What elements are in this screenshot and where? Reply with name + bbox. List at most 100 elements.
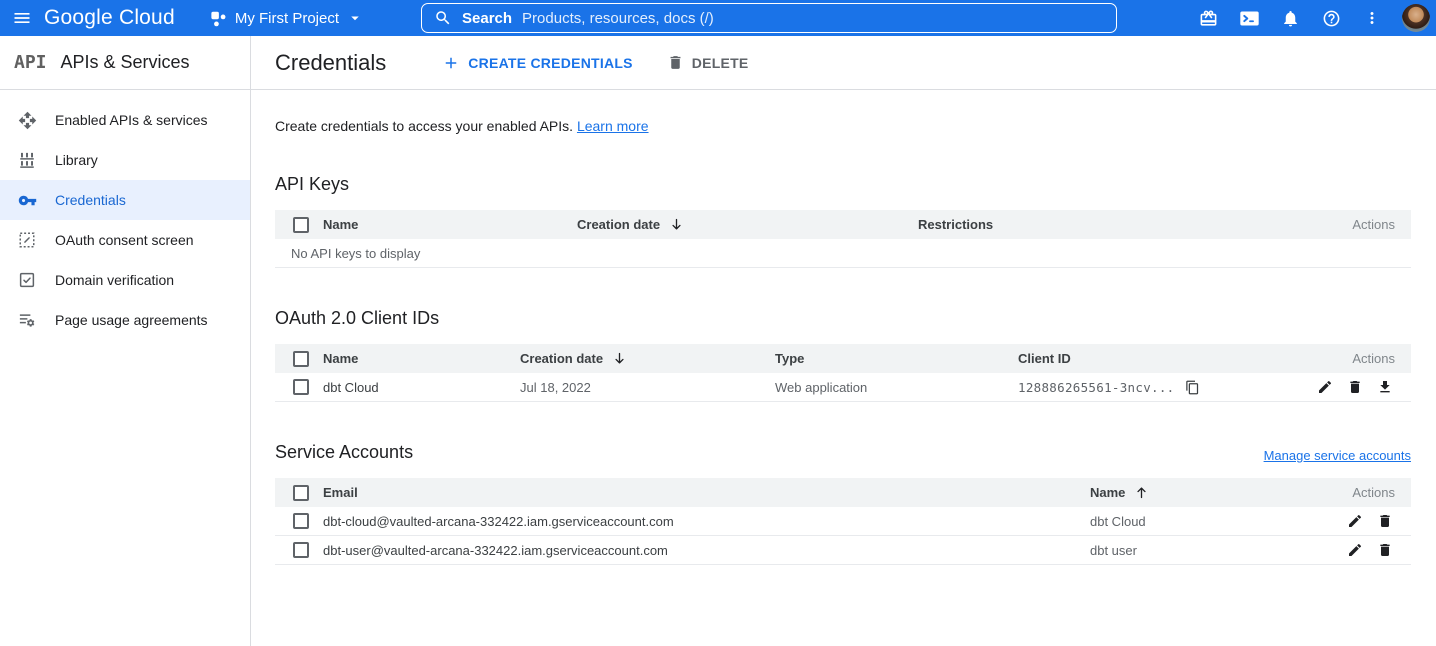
- more-options-button[interactable]: [1361, 0, 1383, 36]
- free-trial-gift-button[interactable]: [1197, 0, 1219, 36]
- help-icon: [1322, 9, 1341, 28]
- sort-down-icon: [669, 217, 684, 232]
- service-accounts-header-row: Service Accounts Manage service accounts: [275, 442, 1411, 463]
- oauth-col-client-id[interactable]: Client ID: [1018, 351, 1291, 366]
- api-keys-col-restrictions[interactable]: Restrictions: [918, 217, 1291, 232]
- api-keys-col-creation-date[interactable]: Creation date: [577, 217, 918, 232]
- trash-icon: [1347, 379, 1363, 395]
- topbar: Google Cloud My First Project Search Pro…: [0, 0, 1436, 36]
- oauth-select-all-checkbox[interactable]: [293, 351, 309, 367]
- user-avatar[interactable]: [1402, 4, 1430, 32]
- sidebar-item-credentials[interactable]: Credentials: [0, 180, 250, 220]
- cloud-shell-icon: [1239, 8, 1260, 29]
- api-keys-col-name[interactable]: Name: [323, 217, 577, 232]
- service-accounts-section-title: Service Accounts: [275, 442, 413, 463]
- oauth-client-name: dbt Cloud: [323, 380, 520, 395]
- oauth-client-type: Web application: [775, 380, 1018, 395]
- edit-pencil-icon: [1317, 379, 1333, 395]
- oauth-col-creation-date-label: Creation date: [520, 351, 603, 366]
- hamburger-menu-button[interactable]: [0, 0, 44, 36]
- hamburger-menu-icon: [12, 8, 32, 28]
- service-account-row: dbt-cloud@vaulted-arcana-332422.iam.gser…: [275, 507, 1411, 536]
- api-keys-table: Name Creation date Restrictions Actions …: [275, 210, 1411, 268]
- edit-oauth-client-button[interactable]: [1315, 377, 1335, 397]
- google-cloud-logo[interactable]: Google Cloud: [44, 6, 175, 30]
- sa-col-name[interactable]: Name: [1090, 485, 1291, 500]
- create-credentials-button[interactable]: CREATE CREDENTIALS: [442, 54, 632, 72]
- download-oauth-client-button[interactable]: [1375, 377, 1395, 397]
- gift-icon: [1199, 9, 1218, 28]
- help-button[interactable]: [1320, 0, 1342, 36]
- learn-more-link[interactable]: Learn more: [577, 118, 649, 134]
- oauth-row-checkbox[interactable]: [293, 379, 309, 395]
- oauth-section-title: OAuth 2.0 Client IDs: [275, 308, 1411, 329]
- manage-service-accounts-link[interactable]: Manage service accounts: [1264, 448, 1411, 463]
- search-icon: [434, 9, 452, 27]
- edit-service-account-button[interactable]: [1345, 511, 1365, 531]
- sidebar-item-label: Page usage agreements: [55, 312, 208, 328]
- chevron-down-icon: [346, 9, 364, 27]
- sa-row-checkbox[interactable]: [293, 513, 309, 529]
- oauth-client-id-cell: 128886265561-3ncv...: [1018, 379, 1291, 396]
- sidebar-item-page-usage-agreements[interactable]: Page usage agreements: [0, 300, 250, 340]
- api-keys-select-all-checkbox[interactable]: [293, 217, 309, 233]
- sidebar-header: API APIs & Services: [0, 36, 250, 90]
- notifications-button[interactable]: [1279, 0, 1301, 36]
- sort-down-icon: [612, 351, 627, 366]
- api-keys-col-creation-date-label: Creation date: [577, 217, 660, 232]
- cloud-shell-button[interactable]: [1238, 0, 1260, 36]
- intro-text: Create credentials to access your enable…: [275, 118, 1411, 134]
- oauth-col-name[interactable]: Name: [323, 351, 520, 366]
- download-icon: [1377, 379, 1393, 395]
- trash-icon: [1377, 513, 1393, 529]
- sa-col-email[interactable]: Email: [323, 485, 1090, 500]
- oauth-client-id-value: 128886265561-3ncv...: [1018, 380, 1175, 395]
- service-accounts-select-all-checkbox[interactable]: [293, 485, 309, 501]
- delete-oauth-client-button[interactable]: [1345, 377, 1365, 397]
- sa-email: dbt-user@vaulted-arcana-332422.iam.gserv…: [323, 543, 1090, 558]
- sidebar-item-library[interactable]: Library: [0, 140, 250, 180]
- plus-icon: [442, 54, 460, 72]
- app-window: Google Cloud My First Project Search Pro…: [0, 0, 1436, 646]
- oauth-col-type[interactable]: Type: [775, 351, 1018, 366]
- page-title: Credentials: [275, 50, 386, 76]
- search-label: Search: [462, 10, 512, 27]
- agreements-icon: [17, 310, 37, 330]
- sort-up-icon: [1134, 485, 1149, 500]
- sa-name: dbt user: [1090, 543, 1291, 558]
- main-content: Credentials CREATE CREDENTIALS DELETE Cr…: [251, 36, 1436, 646]
- oauth-col-actions: Actions: [1291, 351, 1411, 366]
- oauth-col-creation-date[interactable]: Creation date: [520, 351, 775, 366]
- oauth-client-row: dbt Cloud Jul 18, 2022 Web application 1…: [275, 373, 1411, 402]
- library-icon: [17, 150, 37, 170]
- trash-icon: [667, 54, 684, 71]
- api-keys-section-title: API Keys: [275, 174, 1411, 195]
- service-accounts-table: Email Name Actions dbt-cloud@vaulted-arc…: [275, 478, 1411, 565]
- oauth-client-creation-date: Jul 18, 2022: [520, 380, 775, 395]
- sidebar: API APIs & Services Enabled APIs & servi…: [0, 36, 251, 646]
- key-icon: [17, 190, 37, 210]
- search-input[interactable]: Search Products, resources, docs (/): [421, 3, 1117, 33]
- sidebar-item-label: Library: [55, 152, 98, 168]
- delete-service-account-button[interactable]: [1375, 511, 1395, 531]
- edit-pencil-icon: [1347, 513, 1363, 529]
- oauth-clients-table: Name Creation date Type Client ID Action…: [275, 344, 1411, 402]
- edit-service-account-button[interactable]: [1345, 540, 1365, 560]
- consent-screen-icon: [17, 230, 37, 250]
- sa-col-name-label: Name: [1090, 485, 1125, 500]
- sidebar-item-domain-verification[interactable]: Domain verification: [0, 260, 250, 300]
- project-switcher[interactable]: My First Project: [209, 9, 364, 28]
- sidebar-item-enabled-apis[interactable]: Enabled APIs & services: [0, 100, 250, 140]
- oauth-table-header: Name Creation date Type Client ID Action…: [275, 344, 1411, 373]
- sidebar-item-oauth-consent[interactable]: OAuth consent screen: [0, 220, 250, 260]
- sa-row-checkbox[interactable]: [293, 542, 309, 558]
- sa-col-actions: Actions: [1291, 485, 1411, 500]
- delete-service-account-button[interactable]: [1375, 540, 1395, 560]
- service-account-row: dbt-user@vaulted-arcana-332422.iam.gserv…: [275, 536, 1411, 565]
- page-toolbar: Credentials CREATE CREDENTIALS DELETE: [251, 36, 1436, 90]
- delete-button[interactable]: DELETE: [667, 54, 749, 71]
- sa-email: dbt-cloud@vaulted-arcana-332422.iam.gser…: [323, 514, 1090, 529]
- notifications-bell-icon: [1281, 9, 1300, 28]
- explore-icon: [17, 110, 37, 130]
- copy-client-id-button[interactable]: [1184, 379, 1201, 396]
